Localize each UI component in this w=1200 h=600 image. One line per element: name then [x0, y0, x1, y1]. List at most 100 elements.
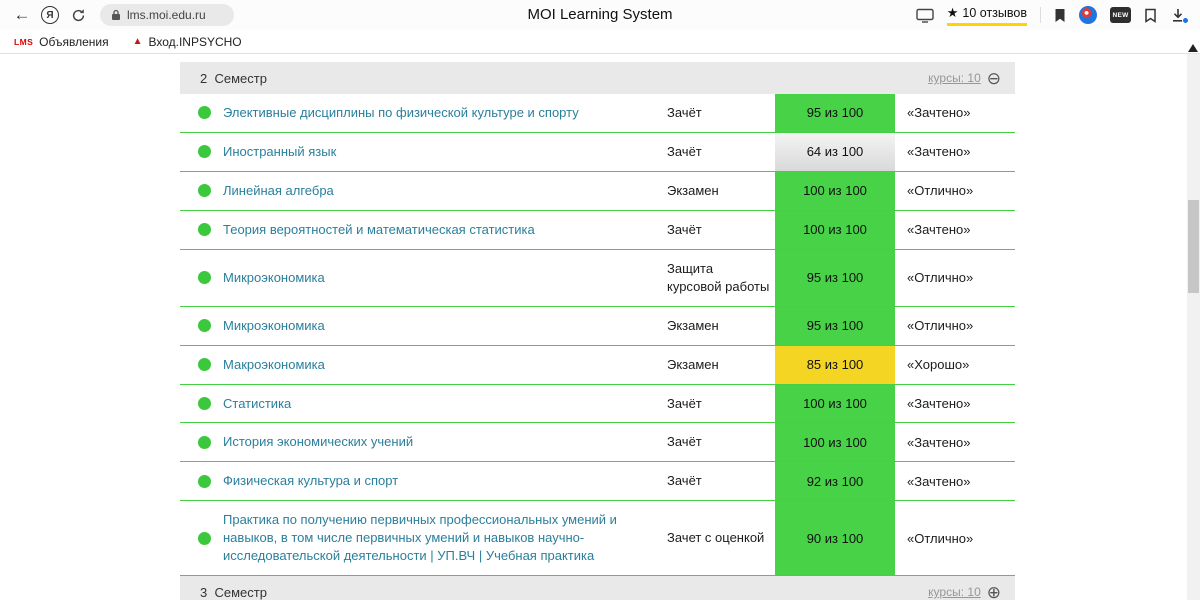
score-badge: 95 из 100 — [775, 306, 895, 345]
assessment-type: Зачет с оценкой — [667, 530, 765, 546]
monitor-icon — [916, 8, 934, 23]
grade-label: «Зачтено» — [907, 222, 971, 238]
course-row: Физическая культура и спорт Зачёт 92 из … — [180, 462, 1015, 502]
score-badge: 95 из 100 — [775, 249, 895, 306]
score-badge: 85 из 100 — [775, 345, 895, 384]
semester-header: 3 Семестр курсы: 10 ⊕ — [180, 576, 1015, 600]
bookmark-label: Объявления — [39, 34, 109, 49]
collapse-circle-icon[interactable]: ⊖ — [987, 70, 1001, 87]
bookmark-label: Вход.INPSYCHO — [148, 34, 242, 49]
yandex-icon: Я — [41, 6, 59, 24]
refresh-button[interactable] — [64, 2, 92, 28]
inpsycho-favicon: ▲ — [132, 35, 143, 47]
course-row: История экономических учений Зачёт 100 и… — [180, 423, 1015, 463]
status-dot-icon — [198, 474, 211, 488]
bookmark-item-announcements[interactable]: LMS Объявления — [14, 35, 109, 49]
semester-header: 2 Семестр курсы: 10 ⊖ — [180, 62, 1015, 94]
browser-logo-icon[interactable] — [1079, 6, 1097, 24]
semester-controls: курсы: 10 ⊖ — [928, 70, 1001, 87]
course-row: Элективные дисциплины по физической куль… — [180, 94, 1015, 133]
status-dot-icon — [198, 319, 211, 333]
page-content: 2 Семестр курсы: 10 ⊖ Элективные дисципл… — [0, 62, 1200, 600]
flag-icon — [1055, 8, 1065, 22]
refresh-icon — [72, 8, 84, 21]
assessment-type: Зачёт — [667, 473, 702, 489]
address-bar[interactable]: lms.moi.edu.ru — [100, 4, 234, 26]
course-row: Иностранный язык Зачёт 64 из 100 «Зачтен… — [180, 132, 1015, 172]
site-rating[interactable]: ★ 10 отзывов — [946, 4, 1027, 26]
score-badge: 100 из 100 — [775, 210, 895, 249]
course-link[interactable]: Линейная алгебра — [223, 172, 667, 210]
courses-count-link[interactable]: курсы: 10 — [928, 585, 981, 599]
course-row: Линейная алгебра Экзамен 100 из 100 «Отл… — [180, 171, 1015, 211]
bookmark-outline-icon — [1145, 8, 1156, 23]
course-row: Макроэкономика Экзамен 85 из 100 «Хорошо… — [180, 345, 1015, 385]
course-row: Микроэкономика Защита курсовой работы 95… — [180, 249, 1015, 307]
score-badge: 100 из 100 — [775, 171, 895, 210]
status-dot-icon — [198, 106, 211, 120]
cast-icon[interactable] — [916, 8, 934, 23]
grade-label: «Зачтено» — [907, 105, 971, 121]
status-dot-icon — [198, 435, 211, 449]
course-row: Практика по получению первичных професси… — [180, 501, 1015, 577]
grade-label: «Зачтено» — [907, 473, 971, 489]
course-row: Микроэкономика Экзамен 95 из 100 «Отличн… — [180, 306, 1015, 346]
course-link[interactable]: Теория вероятностей и математическая ста… — [223, 211, 667, 249]
new-tab-icon[interactable]: NEW — [1110, 7, 1131, 23]
bookmark-item-inpsycho[interactable]: ▲ Вход.INPSYCHO — [133, 35, 242, 49]
browser-toolbar: ← Я lms.moi.edu.ru MOI Learning System ★… — [0, 0, 1200, 30]
status-dot-icon — [198, 145, 211, 159]
grade-label: «Зачтено» — [907, 395, 971, 411]
assessment-type: Зачёт — [667, 221, 702, 237]
new-badge-label: NEW — [1112, 11, 1129, 19]
yandex-home-button[interactable]: Я — [36, 2, 64, 28]
courses-count-link[interactable]: курсы: 10 — [928, 71, 981, 85]
course-link[interactable]: Практика по получению первичных професси… — [223, 501, 667, 575]
bookmark-flag-icon[interactable] — [1054, 8, 1066, 23]
course-link[interactable]: История экономических учений — [223, 423, 667, 461]
status-dot-icon — [198, 531, 211, 545]
assessment-type: Зачёт — [667, 395, 702, 411]
toolbar-separator — [1040, 7, 1041, 23]
download-badge — [1182, 17, 1189, 24]
collections-icon[interactable] — [1144, 8, 1157, 23]
assessment-type: Зачёт — [667, 143, 702, 159]
assessment-type: Защита курсовой работы — [667, 260, 770, 294]
grade-label: «Отлично» — [907, 318, 974, 334]
lock-icon — [112, 9, 120, 20]
course-link[interactable]: Элективные дисциплины по физической куль… — [223, 94, 667, 132]
semester-controls: курсы: 10 ⊕ — [928, 584, 1001, 600]
star-icon: ★ — [946, 4, 959, 20]
course-link[interactable]: Макроэкономика — [223, 346, 667, 384]
semester-title: 3 Семестр — [200, 584, 267, 600]
expand-circle-icon[interactable]: ⊕ — [987, 584, 1001, 600]
score-badge: 64 из 100 — [775, 132, 895, 171]
downloads-icon[interactable] — [1170, 7, 1189, 24]
course-link[interactable]: Статистика — [223, 385, 667, 423]
assessment-type: Зачёт — [667, 105, 702, 120]
score-badge: 100 из 100 — [775, 423, 895, 462]
status-dot-icon — [198, 396, 211, 410]
back-button[interactable]: ← — [8, 2, 36, 28]
assessment-type: Зачёт — [667, 434, 702, 450]
course-link[interactable]: Микроэкономика — [223, 307, 667, 345]
status-dot-icon — [198, 184, 211, 198]
course-link[interactable]: Микроэкономика — [223, 259, 667, 297]
course-link[interactable]: Иностранный язык — [223, 133, 667, 171]
grade-label: «Отлично» — [907, 530, 974, 546]
toolbar-right: ★ 10 отзывов NEW — [916, 5, 1192, 26]
assessment-type: Экзамен — [667, 317, 719, 333]
grade-label: «Отлично» — [907, 270, 974, 286]
bookmarks-bar: LMS Объявления ▲ Вход.INPSYCHO — [0, 30, 1200, 54]
grade-label: «Зачтено» — [907, 144, 971, 160]
grade-label: «Зачтено» — [907, 434, 971, 450]
scrollbar-thumb[interactable] — [1188, 200, 1199, 293]
status-dot-icon — [198, 358, 211, 372]
course-row: Теория вероятностей и математическая ста… — [180, 210, 1015, 250]
scroll-top-arrow[interactable] — [1188, 44, 1198, 52]
course-link[interactable]: Физическая культура и спорт — [223, 462, 667, 500]
course-row: Статистика Зачёт 100 из 100 «Зачтено» — [180, 384, 1015, 424]
scrollbar-track[interactable] — [1187, 54, 1200, 600]
status-dot-icon — [198, 223, 211, 237]
gradebook-table: 2 Семестр курсы: 10 ⊖ Элективные дисципл… — [180, 62, 1015, 600]
